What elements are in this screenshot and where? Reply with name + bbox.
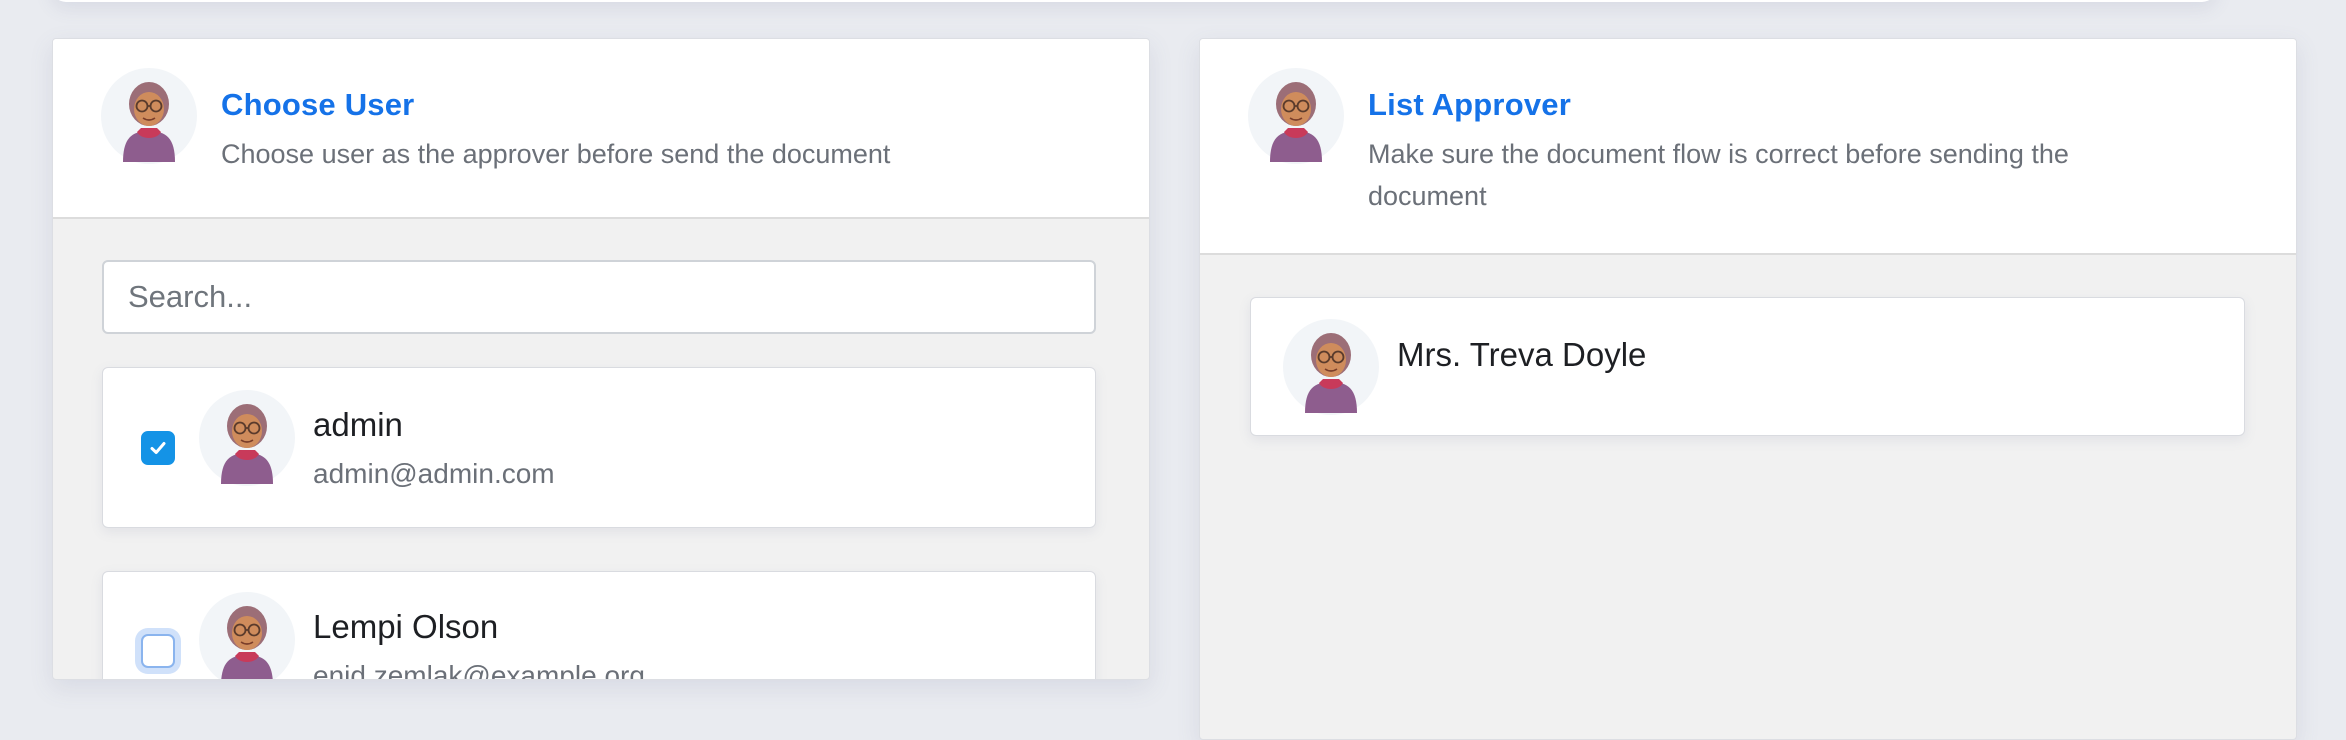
avatar-icon — [1283, 319, 1379, 415]
choose-user-header: Choose User Choose user as the approver … — [53, 39, 1149, 219]
user-name: Lempi Olson — [313, 608, 499, 645]
approver-card[interactable]: Mrs. Treva Doyle — [1250, 297, 2245, 436]
user-checkbox-lempi-olson[interactable] — [141, 634, 175, 668]
user-name: admin — [313, 406, 403, 443]
search-input[interactable] — [102, 260, 1096, 334]
check-icon — [150, 442, 166, 454]
list-approver-subtitle: Make sure the document flow is correct b… — [1368, 139, 2069, 211]
user-email: enid.zemlak@example.org — [313, 660, 645, 680]
choose-user-title: Choose User — [221, 87, 415, 122]
avatar-icon — [101, 68, 197, 164]
user-email: admin@admin.com — [313, 458, 555, 489]
list-approver-panel: List Approver Make sure the document flo… — [1199, 38, 2297, 740]
avatar-icon — [199, 390, 295, 486]
avatar-icon — [199, 592, 295, 680]
avatar-icon — [1248, 68, 1344, 164]
list-approver-title: List Approver — [1368, 87, 1571, 122]
approver-name: Mrs. Treva Doyle — [1397, 336, 1647, 373]
user-checkbox-admin[interactable] — [141, 431, 175, 465]
list-approver-header: List Approver Make sure the document flo… — [1200, 39, 2296, 255]
choose-user-subtitle: Choose user as the approver before send … — [221, 139, 891, 169]
user-card-lempi-olson[interactable]: Lempi Olson enid.zemlak@example.org — [102, 571, 1096, 680]
top-card-edge — [52, 0, 2216, 2]
choose-user-panel: Choose User Choose user as the approver … — [52, 38, 1150, 680]
user-card-admin[interactable]: admin admin@admin.com — [102, 367, 1096, 528]
